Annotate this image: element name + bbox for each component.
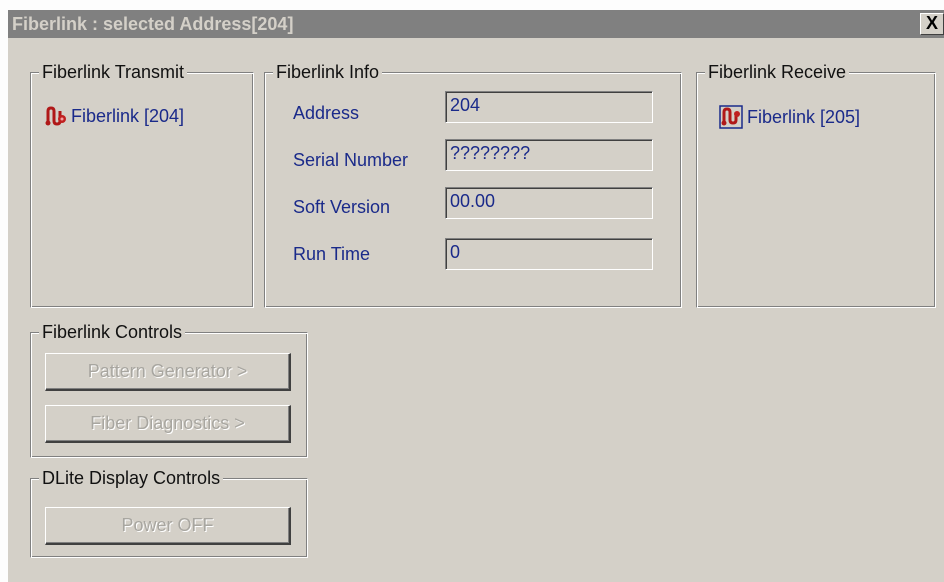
transmit-group: Fiberlink Transmit Fiberlink [204]	[30, 61, 254, 308]
fiberlink-transmit-icon	[45, 106, 66, 126]
serial-number-field[interactable]: ????????	[445, 139, 653, 171]
close-icon: X	[925, 13, 938, 33]
soft-version-field[interactable]: 00.00	[445, 187, 653, 219]
controls-group-title: Fiberlink Controls	[39, 321, 186, 343]
fiberlink-dialog: Fiberlink : selected Address[204] X Fibe…	[8, 10, 944, 582]
info-group-title: Fiberlink Info	[273, 61, 383, 83]
pattern-generator-button[interactable]: Pattern Generator >	[45, 353, 291, 391]
transmit-item[interactable]: Fiberlink [204]	[45, 105, 184, 127]
receive-group: Fiberlink Receive Fiberlink [205]	[696, 61, 936, 308]
serial-number-label: Serial Number	[293, 150, 409, 170]
fiber-diagnostics-button[interactable]: Fiber Diagnostics >	[45, 405, 291, 443]
soft-version-label: Soft Version	[293, 197, 391, 217]
title-bar[interactable]: Fiberlink : selected Address[204] X	[8, 10, 944, 38]
receive-item[interactable]: Fiberlink [205]	[719, 105, 860, 129]
transmit-group-title: Fiberlink Transmit	[39, 61, 188, 83]
run-time-label: Run Time	[293, 244, 371, 264]
address-field[interactable]: 204	[445, 91, 653, 123]
power-off-button[interactable]: Power OFF	[45, 507, 291, 545]
dlite-group-title: DLite Display Controls	[39, 467, 224, 489]
info-group: Fiberlink Info Address 204 Serial Number…	[264, 61, 682, 308]
receive-group-title: Fiberlink Receive	[705, 61, 850, 83]
address-label: Address	[293, 103, 360, 123]
receive-item-label: Fiberlink [205]	[747, 106, 861, 127]
fiberlink-receive-icon	[719, 105, 743, 129]
dlite-group: DLite Display Controls Power OFF	[30, 467, 308, 558]
window-title: Fiberlink : selected Address[204]	[12, 14, 294, 34]
run-time-field[interactable]: 0	[445, 238, 653, 270]
controls-group: Fiberlink Controls Pattern Generator > F…	[30, 321, 308, 458]
transmit-item-label: Fiberlink [204]	[71, 105, 185, 126]
close-button[interactable]: X	[920, 13, 944, 35]
